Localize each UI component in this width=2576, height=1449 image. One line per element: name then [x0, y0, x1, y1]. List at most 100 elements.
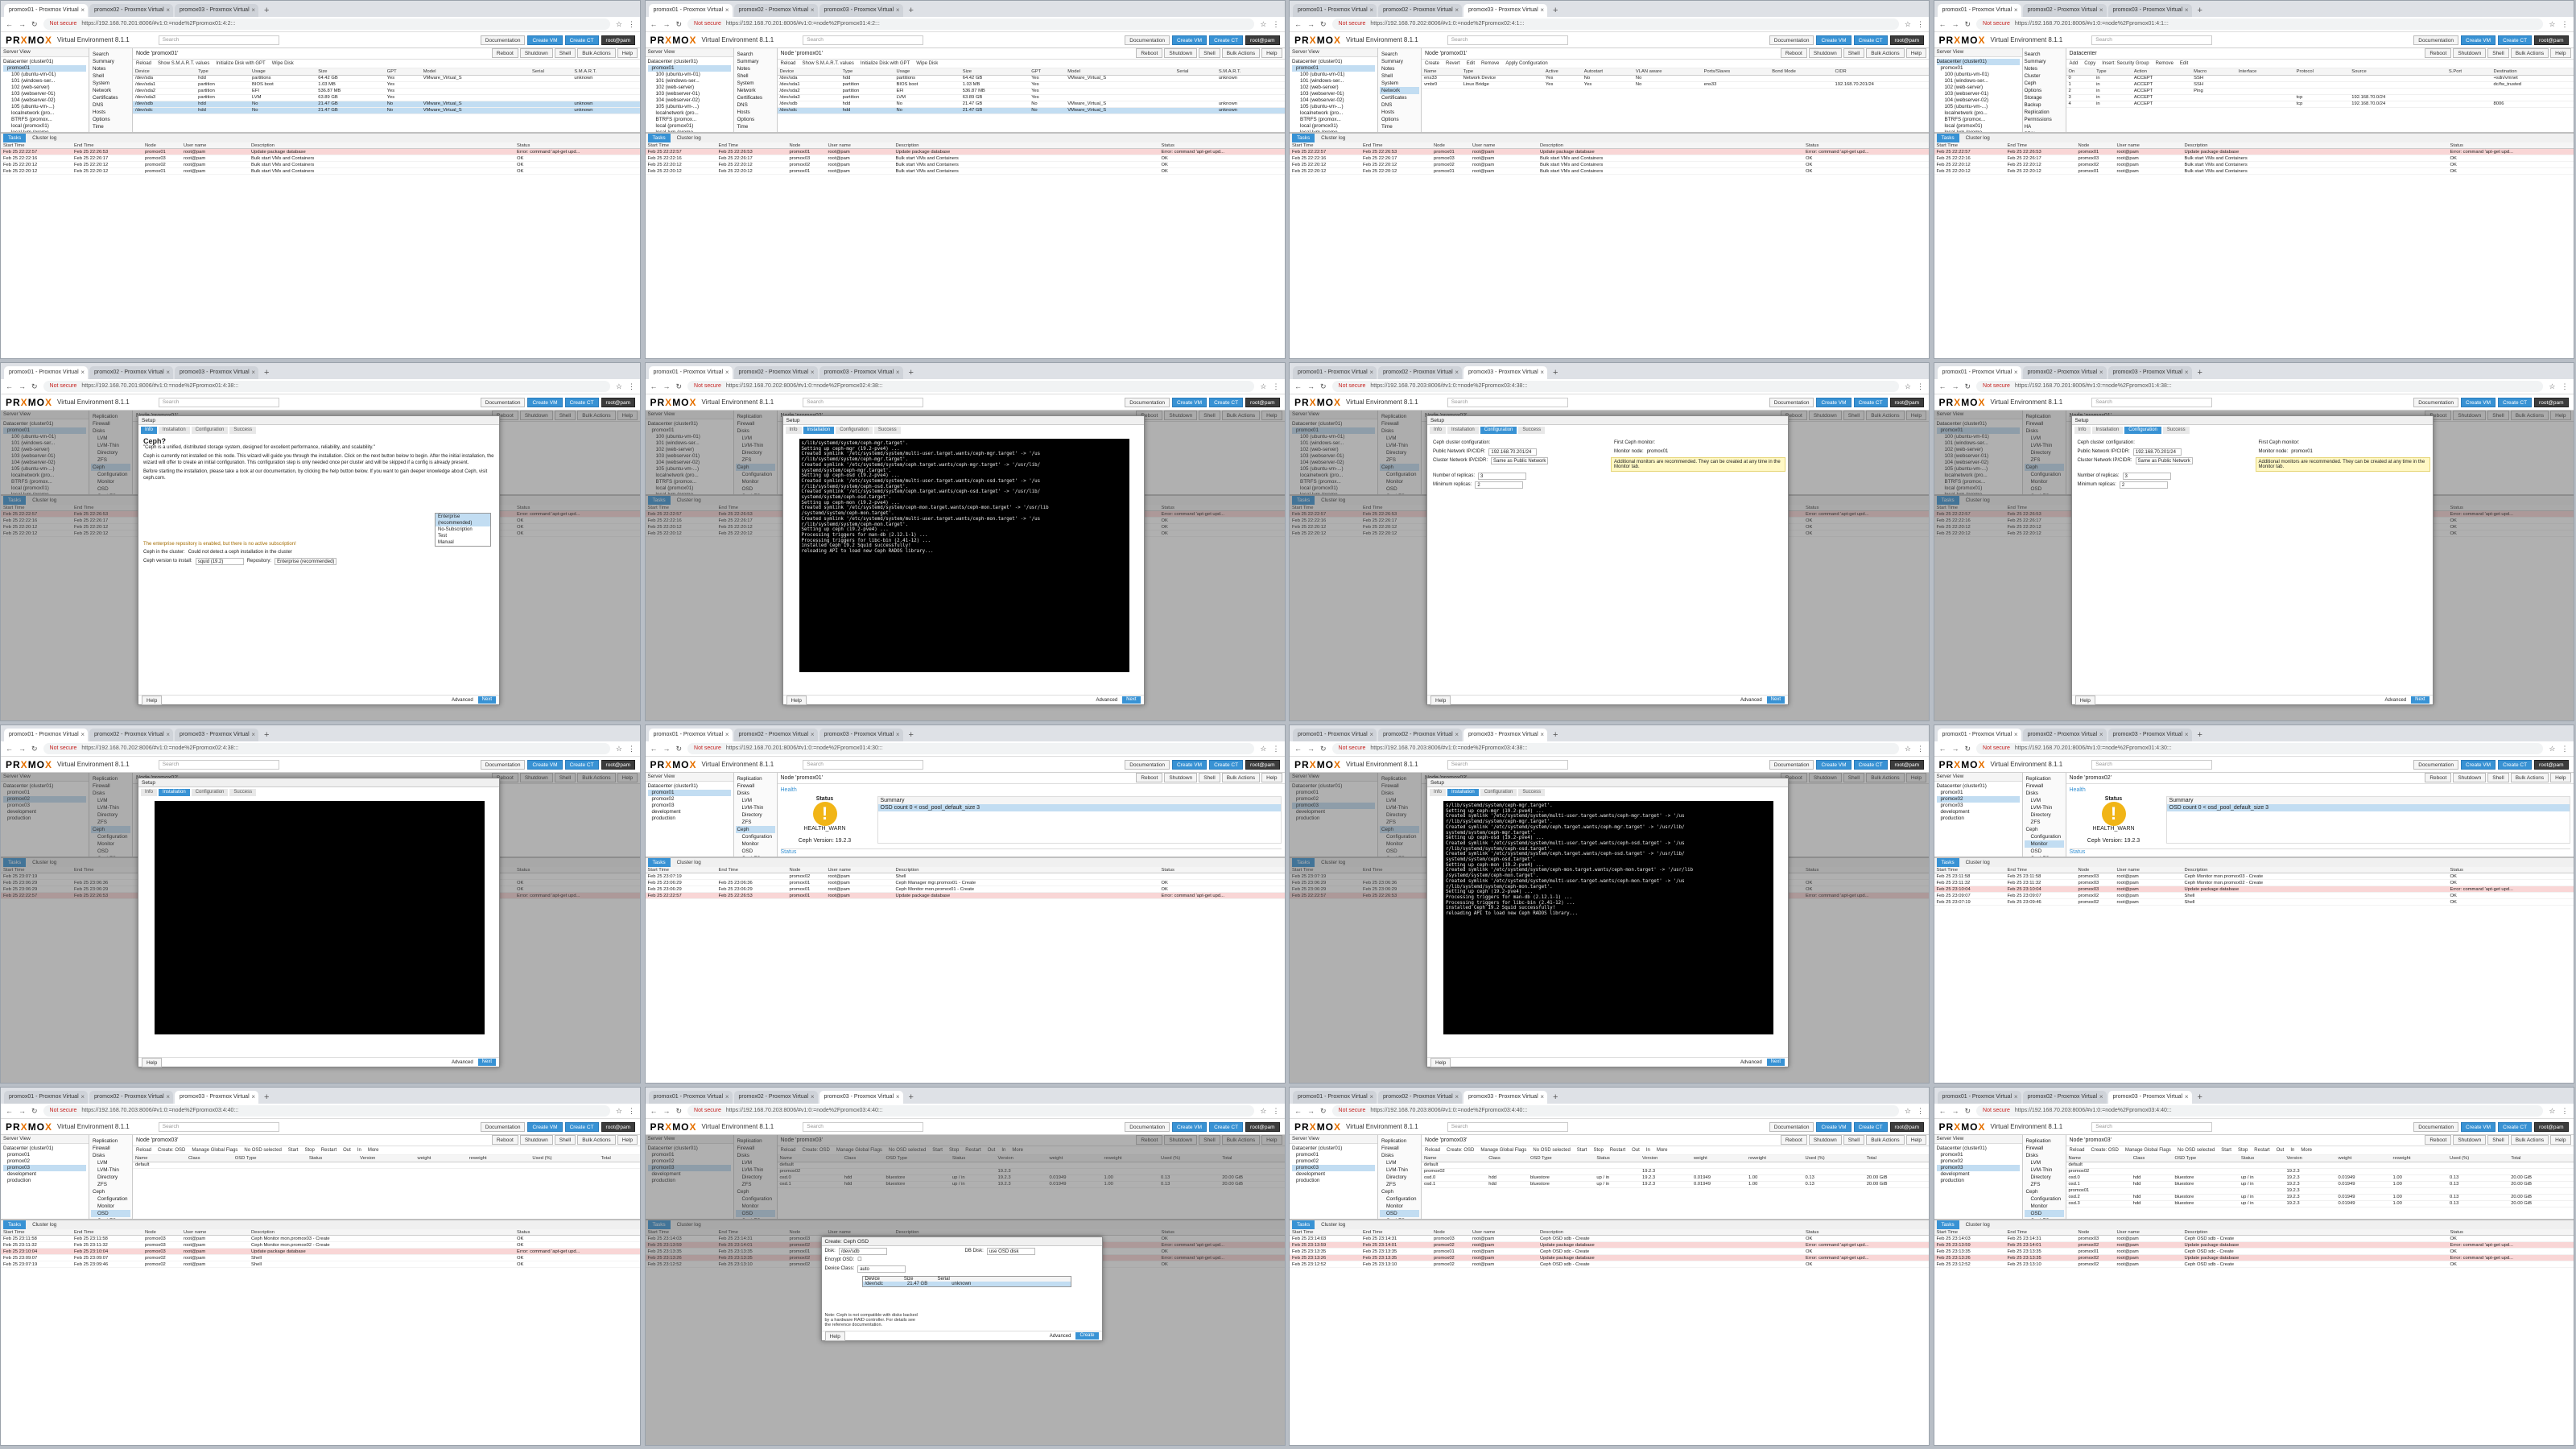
back-icon[interactable]: ← [1294, 745, 1302, 753]
tree-item[interactable]: BTRFS (promox... [648, 117, 731, 123]
db-disk-select[interactable]: use OSD disk [986, 1248, 1035, 1255]
tree-item[interactable]: localnetwork (pro... [1292, 110, 1375, 117]
repo-select[interactable]: Enterprise (recommended) [275, 558, 337, 565]
close-icon[interactable]: × [80, 4, 85, 17]
menu-icon[interactable]: ⋮ [2562, 745, 2569, 753]
column-header[interactable]: Start Time [1292, 142, 1363, 148]
next-button[interactable]: Next [2411, 696, 2429, 704]
advanced-checkbox[interactable]: Advanced [1740, 1060, 1762, 1065]
tree-item[interactable]: 105 (ubuntu-vm-...) [648, 104, 731, 110]
forward-icon[interactable]: → [1952, 20, 1959, 28]
back-icon[interactable]: ← [650, 1107, 658, 1115]
menu-item[interactable]: System [1380, 80, 1419, 87]
forward-icon[interactable]: → [1307, 382, 1315, 390]
documentation-button[interactable]: Documentation [1769, 35, 1814, 45]
next-button[interactable]: Next [1122, 696, 1141, 704]
column-header[interactable]: Start Time [1937, 1229, 2008, 1235]
tab-tasks[interactable]: Tasks [3, 1220, 27, 1229]
menu-item[interactable]: LVM-Thin [2025, 804, 2064, 811]
table-row[interactable]: /dev/sda2 partition EFI 536.87 MB Yes [133, 88, 640, 95]
setup-tab[interactable]: Success [1518, 427, 1546, 434]
menu-item[interactable]: LVM [1380, 1159, 1419, 1166]
menu-item[interactable]: Network [91, 87, 130, 94]
reload-icon[interactable]: ↻ [1965, 20, 1971, 29]
create-vm-button[interactable]: Create VM [527, 397, 563, 407]
table-row[interactable]: /dev/sda2 partition EFI 536.87 MB Yes [777, 88, 1285, 95]
node-action-button[interactable]: Bulk Actions [2510, 1135, 2549, 1145]
tree-item[interactable]: Datacenter (cluster01) [1936, 59, 2020, 65]
menu-item[interactable]: Monitor [91, 1203, 130, 1210]
close-icon[interactable]: × [2185, 366, 2189, 379]
close-icon[interactable]: × [166, 366, 170, 379]
toolbar-button[interactable]: In [2290, 1146, 2294, 1154]
column-header[interactable]: weight [1690, 1155, 1747, 1162]
column-header[interactable]: Used (%) [2447, 1155, 2509, 1162]
advanced-checkbox[interactable]: Advanced [452, 698, 473, 703]
setup-tab[interactable]: Success [1518, 789, 1546, 796]
column-header[interactable]: Ports/Slaves [1701, 68, 1770, 76]
menu-item[interactable]: Network [736, 87, 775, 94]
menu-item[interactable]: Summary [2025, 58, 2064, 65]
column-header[interactable]: GPT [1029, 68, 1066, 76]
browser-tab[interactable]: promox01 - Proxmox Virtual × [1937, 729, 2021, 741]
repo-option[interactable]: No-Subscription [436, 526, 490, 533]
column-header[interactable]: Model [420, 68, 530, 76]
star-icon[interactable]: ☆ [1260, 745, 1266, 753]
node-action-button[interactable]: Shutdown [2453, 1135, 2487, 1145]
menu-item[interactable]: ZFS [1380, 1181, 1419, 1188]
column-header[interactable]: Node [145, 1229, 184, 1235]
menu-item[interactable]: Backup [2025, 101, 2064, 109]
column-header[interactable]: Macro [2191, 68, 2236, 76]
search-input[interactable]: Search [2091, 759, 2213, 770]
menu-item[interactable]: DNS [1380, 101, 1419, 109]
menu-item[interactable]: Hosts [1380, 109, 1419, 116]
column-header[interactable]: Node [2079, 867, 2117, 873]
menu-icon[interactable]: ⋮ [628, 20, 635, 29]
url-field[interactable]: Not secure https://192.168.70.203:8006/#v… [1976, 1105, 2544, 1117]
log-row[interactable]: Feb 25 22:20:12Feb 25 22:20:12promox01ro… [1, 168, 640, 175]
menu-item[interactable]: Configuration [2025, 833, 2064, 840]
column-header[interactable]: End Time [719, 142, 790, 148]
column-header[interactable]: OSD Type [2172, 1155, 2239, 1162]
back-icon[interactable]: ← [650, 20, 658, 28]
create-vm-button[interactable]: Create VM [527, 35, 563, 45]
url-field[interactable]: Not secure https://192.168.70.203:8006/#v… [1331, 381, 1899, 392]
menu-item[interactable]: OSD [2024, 1210, 2064, 1217]
tree-item[interactable]: Datacenter (cluster01) [1937, 1146, 2020, 1152]
browser-tab[interactable]: promox03 - Proxmox Virtual × [819, 366, 903, 379]
user-menu-button[interactable]: root@pam [1889, 35, 1924, 45]
user-menu-button[interactable]: root@pam [601, 1121, 635, 1132]
column-header[interactable]: Start Time [3, 1229, 74, 1235]
menu-item[interactable]: OSD [2025, 848, 2064, 855]
tree-item[interactable]: localnetwork (pro... [1937, 110, 2020, 117]
close-icon[interactable]: × [1540, 729, 1544, 741]
menu-item[interactable]: Disks [1380, 1152, 1419, 1159]
replicas-input[interactable]: 3 [1478, 473, 1527, 480]
log-row[interactable]: Feb 25 22:22:57Feb 25 22:26:53promox01ro… [1934, 149, 2574, 155]
search-input[interactable]: Search [1447, 1121, 1568, 1132]
toolbar-button[interactable]: Create: OSD [2091, 1146, 2119, 1154]
star-icon[interactable]: ☆ [1905, 1107, 1911, 1116]
reload-icon[interactable]: ↻ [1965, 1107, 1971, 1116]
tab-tasks[interactable]: Tasks [1292, 1220, 1315, 1229]
tree-item[interactable]: 100 (ubuntu-vm-01) [3, 72, 86, 78]
repo-option[interactable]: Manual [436, 539, 490, 546]
log-row[interactable]: Feb 25 23:14:03Feb 25 23:14:31promox03ro… [1934, 1236, 2574, 1242]
menu-item[interactable]: Configuration [91, 1195, 130, 1203]
menu-item[interactable]: Shell [736, 72, 775, 80]
close-icon[interactable]: × [2099, 366, 2103, 379]
table-row[interactable]: /dev/sdc hdd No 21.47 GB No VMware_Virtual_S u… [133, 107, 640, 114]
forward-icon[interactable]: → [1307, 745, 1315, 753]
forward-icon[interactable]: → [1952, 745, 1959, 753]
menu-item[interactable]: Network [1380, 87, 1419, 94]
column-header[interactable]: Version [357, 1155, 415, 1162]
tree-item[interactable]: 104 (webserver-02) [1937, 97, 2020, 104]
toolbar-button[interactable]: Add [2070, 60, 2079, 68]
column-header[interactable]: Status [1594, 1155, 1640, 1162]
column-header[interactable]: Size [316, 68, 385, 76]
menu-item[interactable]: Options [736, 116, 775, 123]
search-input[interactable]: Search [1447, 397, 1568, 407]
node-action-button[interactable]: Bulk Actions [577, 1135, 616, 1145]
toolbar-button[interactable]: Edit [2180, 60, 2188, 68]
create-ct-button[interactable]: Create CT [564, 35, 599, 45]
